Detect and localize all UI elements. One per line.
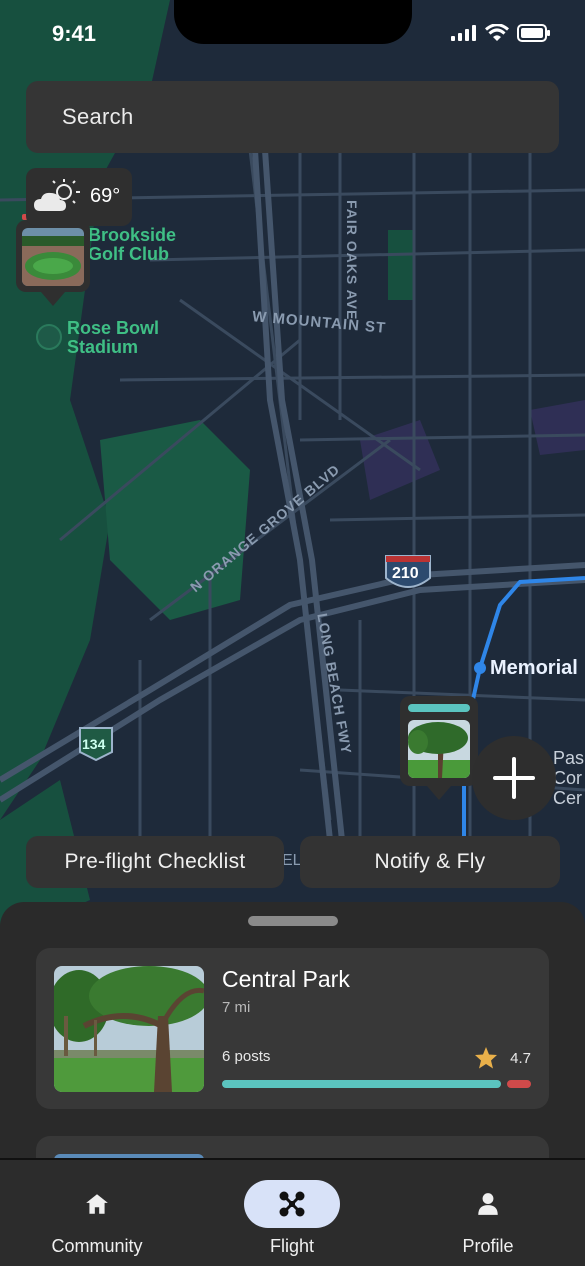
tab-label-profile: Profile [462, 1236, 514, 1256]
district-area [360, 420, 440, 500]
hwy-134-label: 134 [82, 736, 106, 752]
location-post-count: 6 posts [222, 1048, 271, 1065]
preflight-checklist-button[interactable]: Pre-flight Checklist [26, 836, 284, 888]
stadium-label: Rose Bowl Stadium [67, 318, 160, 357]
status-icons [451, 24, 551, 42]
sentiment-bar [222, 1080, 531, 1088]
station-dot [474, 662, 486, 674]
notify-and-fly-button[interactable]: Notify & Fly [300, 836, 560, 888]
signal-icon [451, 25, 476, 41]
location-rating: 4.7 [474, 1046, 531, 1070]
tab-icon-container-active [244, 1180, 340, 1228]
device-notch [174, 0, 412, 44]
park-area-small [388, 230, 415, 300]
partial-street-label: EL [282, 852, 302, 869]
search-input[interactable]: Search [26, 81, 559, 153]
station-label: Memorial [490, 657, 578, 679]
location-photo [54, 966, 204, 1092]
weather-widget[interactable]: 69° [26, 168, 132, 226]
status-bar: 9:41 [0, 0, 585, 70]
partial-place-label: Pas Cor Cer [553, 748, 585, 808]
battery-icon [517, 24, 550, 42]
hwy-210-label: 210 [392, 565, 419, 582]
sentiment-bar-negative [507, 1080, 531, 1088]
star-icon [475, 1047, 498, 1069]
rating-value: 4.7 [510, 1049, 531, 1067]
pin-tail [427, 786, 451, 800]
add-button[interactable] [472, 736, 556, 820]
search-placeholder: Search [62, 104, 134, 129]
park-photo-thumb [408, 720, 470, 778]
partly-cloudy-icon [34, 179, 80, 211]
park-area-grove [100, 420, 250, 620]
pin-tail [41, 292, 65, 306]
map-photo-pin-park[interactable] [400, 696, 478, 786]
bottom-sheet[interactable]: Central Park 7 mi 6 posts 4.7 [0, 902, 585, 1162]
golf-club-label: Brookside Golf Club [88, 225, 177, 264]
sheet-drag-handle[interactable] [248, 916, 338, 926]
wifi-icon [485, 24, 509, 41]
district-area-east [530, 400, 585, 455]
status-time: 9:41 [52, 21, 97, 46]
drone-icon [279, 1191, 305, 1217]
person-icon [478, 1193, 498, 1215]
location-distance: 7 mi [222, 999, 251, 1016]
location-card[interactable]: Central Park 7 mi 6 posts 4.7 [36, 948, 549, 1109]
plus-icon [493, 757, 535, 799]
stadium-photo [22, 228, 84, 286]
bottom-tab-bar: Community Flight Profile [0, 1158, 585, 1266]
weather-temperature: 69° [90, 185, 121, 207]
tab-label-community: Community [51, 1236, 143, 1256]
pin-rating-bar [408, 704, 470, 712]
street-label-fair-oaks: FAIR OAKS AVE [344, 200, 360, 321]
sentiment-bar-positive [222, 1080, 501, 1088]
tab-icon-container [49, 1180, 145, 1228]
map-photo-pin-stadium[interactable] [16, 214, 90, 292]
location-title: Central Park [222, 966, 350, 992]
stadium-marker-icon[interactable] [36, 324, 62, 350]
home-icon [86, 1194, 108, 1214]
tab-icon-container [440, 1180, 536, 1228]
tab-label-flight: Flight [269, 1236, 314, 1256]
